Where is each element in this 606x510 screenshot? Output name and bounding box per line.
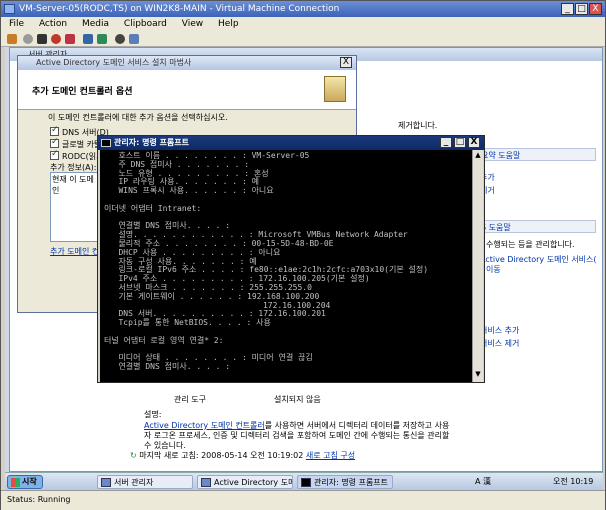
windows-logo-icon (11, 478, 20, 487)
wizard-title: Active Directory 도메인 서비스 설치 마법사 (36, 58, 192, 67)
sm-section-summary-help: 요약 도움말 (476, 148, 596, 161)
vm-status-bar: Status: Running (1, 490, 605, 510)
rodc-checkbox[interactable] (50, 149, 59, 160)
cmd-line: 연결별 DNS 접미사. . . . : (104, 362, 231, 372)
start-icon[interactable] (23, 34, 33, 44)
wizard-prompt: 이 도메인 컨트롤러에 대한 추가 옵션을 선택하십시오. (48, 113, 228, 122)
scroll-up-icon[interactable]: ▲ (474, 151, 482, 160)
minimize-button[interactable]: _ (561, 3, 574, 15)
cmd-scrollbar[interactable]: ▲ ▼ (472, 150, 483, 382)
wizard-header: 추가 도메인 컨트롤러 옵션 (18, 70, 356, 110)
command-prompt-window: 관리자: 명령 프롬프트 _ □ X 호스트 이름 . . . . . . . … (97, 135, 485, 383)
cmd-minimize-button[interactable]: _ (440, 137, 452, 148)
cmd-taskbar-icon (301, 478, 311, 487)
start-button[interactable]: 시작 (7, 475, 43, 489)
sm-link-go[interactable]: 이동 (486, 264, 501, 275)
taskbar-item-label: 서버 관리자 (114, 478, 154, 487)
cmd-title-bar: 관리자: 명령 프롬프트 _ □ X (98, 136, 484, 150)
save-state-icon[interactable] (65, 34, 75, 44)
reset-icon[interactable] (97, 34, 107, 44)
menu-help[interactable]: Help (218, 19, 239, 29)
wizard-book-icon (324, 76, 346, 102)
refresh-icon[interactable]: ↻ (130, 451, 137, 460)
global-catalog-checkbox[interactable] (50, 137, 59, 148)
wizard-close-button[interactable]: X (340, 57, 352, 68)
cmd-maximize-button[interactable]: □ (454, 137, 466, 148)
vm-menu-bar: File Action Media Clipboard View Help (1, 17, 605, 31)
vm-connection-window: VM-Server-05(RODC,TS) on WIN2K8-MAIN - V… (0, 0, 606, 510)
menu-clipboard[interactable]: Clipboard (124, 19, 167, 29)
menu-view[interactable]: View (182, 19, 203, 29)
taskbar-item-cmd[interactable]: 관리자: 명령 프롬프트 (297, 475, 393, 489)
sm-ad-dc-link[interactable]: Active Directory 도메인 컨트롤러 (144, 421, 265, 430)
language-bar[interactable]: A 漢 (475, 476, 491, 487)
revert-icon[interactable] (129, 34, 139, 44)
start-label: 시작 (22, 477, 37, 486)
cmd-close-button[interactable]: X (468, 137, 480, 148)
scroll-down-icon[interactable]: ▼ (474, 370, 482, 379)
taskbar-item-label: Active Directory 도메... (214, 478, 292, 487)
sm-description: Active Directory 도메인 컨트롤러를 사용하면 서버에서 디렉터… (144, 421, 454, 451)
wizard-title-bar: Active Directory 도메인 서비스 설치 마법사 X (18, 56, 356, 70)
taskbar-item-label: 관리자: 명령 프롬프트 (314, 478, 389, 487)
sm-last-refresh: 마지막 새로 고침: 2008-05-14 오전 10:19:02 (139, 451, 304, 460)
sm-description-label: 설명: (144, 410, 162, 419)
global-catalog-label: 글로벌 카탈 (62, 140, 102, 149)
menu-action[interactable]: Action (39, 19, 67, 29)
taskbar-item-server-manager[interactable]: 서버 관리자 (97, 475, 193, 489)
ad-wizard-icon (201, 478, 211, 487)
more-about-link[interactable]: 추가 도메인 컨 (50, 246, 99, 257)
ctrl-alt-del-icon[interactable] (7, 34, 17, 44)
sm-section-help: S 도움말 (476, 220, 596, 233)
cmd-line: WINS 프록시 사용. . . . . . : 아니요 (104, 186, 274, 196)
sm-row-name: 관리 도구 (174, 395, 206, 404)
additional-info-box: 현재 이 도메인 (50, 172, 98, 242)
sm-refresh-bar: ↻ 마지막 새로 고침: 2008-05-14 오전 10:19:02 새로 고… (130, 450, 355, 461)
wizard-heading: 추가 도메인 컨트롤러 옵션 (32, 87, 133, 97)
vm-app-icon (4, 4, 15, 14)
menu-file[interactable]: File (9, 19, 24, 29)
sm-link-remove-service[interactable]: 서비스 제거 (480, 338, 519, 349)
taskbar: 시작 서버 관리자 Active Directory 도메... 관리자: 명령… (5, 472, 603, 490)
cmd-title: 관리자: 명령 프롬프트 (114, 138, 190, 147)
sm-row-value: 설치되지 않음 (274, 395, 321, 404)
shutdown-icon[interactable] (51, 34, 61, 44)
maximize-button[interactable]: □ (575, 3, 588, 15)
sm-help-text: 수행되는 등을 관리합니다. (486, 240, 575, 249)
sm-link-add-service[interactable]: 서비스 추가 (480, 325, 519, 336)
vm-toolbar (1, 31, 605, 47)
system-clock[interactable]: 오전 10:19 (553, 476, 593, 487)
vm-window-title: VM-Server-05(RODC,TS) on WIN2K8-MAIN - V… (19, 4, 340, 14)
cmd-line: 터널 어댑터 로컬 영역 연결* 2: (104, 335, 224, 345)
close-button[interactable]: X (589, 3, 602, 15)
menu-media[interactable]: Media (82, 19, 109, 29)
taskbar-item-ad-wizard[interactable]: Active Directory 도메... (197, 475, 293, 489)
vm-title-bar: VM-Server-05(RODC,TS) on WIN2K8-MAIN - V… (1, 1, 605, 17)
pause-icon[interactable] (83, 34, 93, 44)
snapshot-icon[interactable] (115, 34, 125, 44)
turn-off-icon[interactable] (37, 34, 47, 44)
cmd-output[interactable]: 호스트 이름 . . . . . . . . : VM-Server-05 주 … (100, 150, 472, 382)
additional-info-text: 현재 이 도메인 (52, 175, 94, 195)
sm-refresh-config-link[interactable]: 새로 고침 구성 (306, 451, 355, 460)
vm-status: Status: Running (7, 495, 71, 504)
server-manager-icon (101, 478, 111, 487)
cmd-line: 이더넷 어댑터 Intranet: (104, 203, 202, 213)
cmd-icon (101, 139, 111, 147)
dns-server-checkbox[interactable] (50, 125, 59, 136)
cmd-line: Tcpip를 통한 NetBIOS. . . . : 사용 (104, 318, 271, 328)
sm-text-fragment: 제거합니다. (398, 121, 438, 130)
option-rodc[interactable]: RODC(읽기 (50, 149, 103, 162)
